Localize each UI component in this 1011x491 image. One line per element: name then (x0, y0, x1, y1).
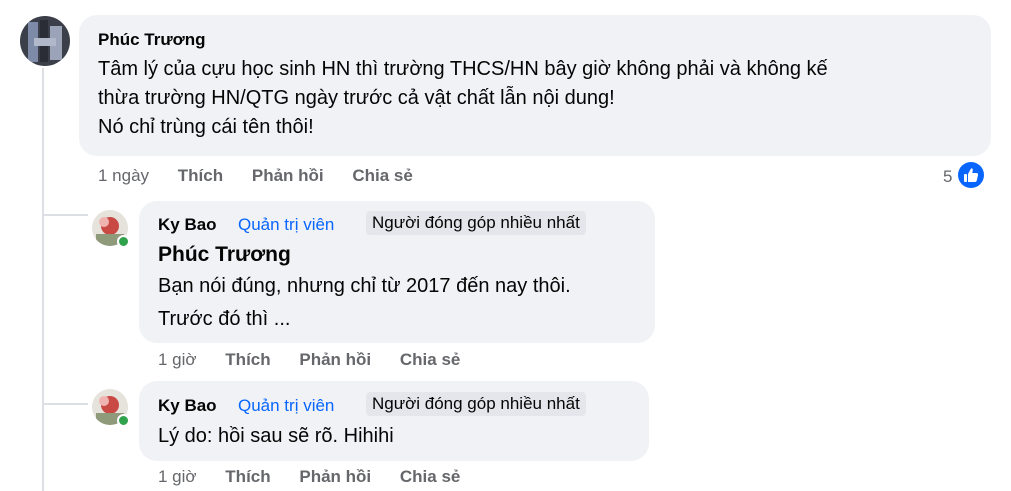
avatar-phuc-truong[interactable] (20, 16, 70, 66)
comment-reply-button[interactable]: Phản hồi (252, 166, 324, 185)
reply-2-time[interactable]: 1 giờ (158, 467, 197, 486)
reply-2-actions: 1 giờ Thích Phản hồi Chia sẻ (158, 467, 484, 487)
reply-1-like-button[interactable]: Thích (225, 350, 270, 369)
reply-2-share-button[interactable]: Chia sẻ (400, 467, 460, 486)
reply-1-text-line-1: Bạn nói đúng, nhưng chỉ từ 2017 đến nay … (158, 275, 571, 297)
reply-2-like-button[interactable]: Thích (225, 467, 270, 486)
comment-text-line-2: thừa trường HN/QTG ngày trước cả vật chấ… (98, 87, 615, 109)
like-icon[interactable] (958, 162, 984, 188)
reply-1-mention[interactable]: Phúc Trương (158, 243, 291, 267)
reply-1-admin-badge[interactable]: Quản trị viên (238, 215, 334, 235)
online-status-dot (117, 414, 130, 427)
comment-time[interactable]: 1 ngày (98, 166, 149, 185)
online-status-dot (117, 235, 130, 248)
reply-2-text-line-1: Lý do: hồi sau sẽ rõ. Hihihi (158, 425, 394, 447)
comment-like-button[interactable]: Thích (178, 166, 223, 185)
thread-connector-reply-2 (42, 403, 88, 405)
comment-text-line-1: Tâm lý của cựu học sinh HN thì trường TH… (98, 58, 828, 80)
avatar-image (20, 16, 70, 66)
reply-2-reply-button[interactable]: Phản hồi (299, 467, 371, 486)
reply-1-time[interactable]: 1 giờ (158, 350, 197, 369)
reply-2-top-contributor-badge[interactable]: Người đóng góp nhiều nhất (366, 392, 586, 416)
thread-connector-reply-1 (42, 214, 88, 216)
reply-2-author[interactable]: Ky Bao (158, 396, 217, 416)
comment-share-button[interactable]: Chia sẻ (352, 166, 412, 185)
reply-2-admin-badge[interactable]: Quản trị viên (238, 396, 334, 416)
reply-1-top-contributor-badge[interactable]: Người đóng góp nhiều nhất (366, 211, 586, 235)
reply-1-share-button[interactable]: Chia sẻ (400, 350, 460, 369)
reply-1-text-line-2: Trước đó thì ... (158, 308, 291, 330)
comment-text-line-3: Nó chỉ trùng cái tên thôi! (98, 116, 314, 138)
reply-1-author[interactable]: Ky Bao (158, 215, 217, 235)
reply-1-reply-button[interactable]: Phản hồi (299, 350, 371, 369)
reaction-count[interactable]: 5 (943, 167, 952, 187)
reply-1-actions: 1 giờ Thích Phản hồi Chia sẻ (158, 350, 484, 370)
comment-author[interactable]: Phúc Trương (98, 30, 206, 50)
thread-line-main (42, 68, 44, 491)
comment-actions: 1 ngày Thích Phản hồi Chia sẻ (98, 166, 437, 186)
